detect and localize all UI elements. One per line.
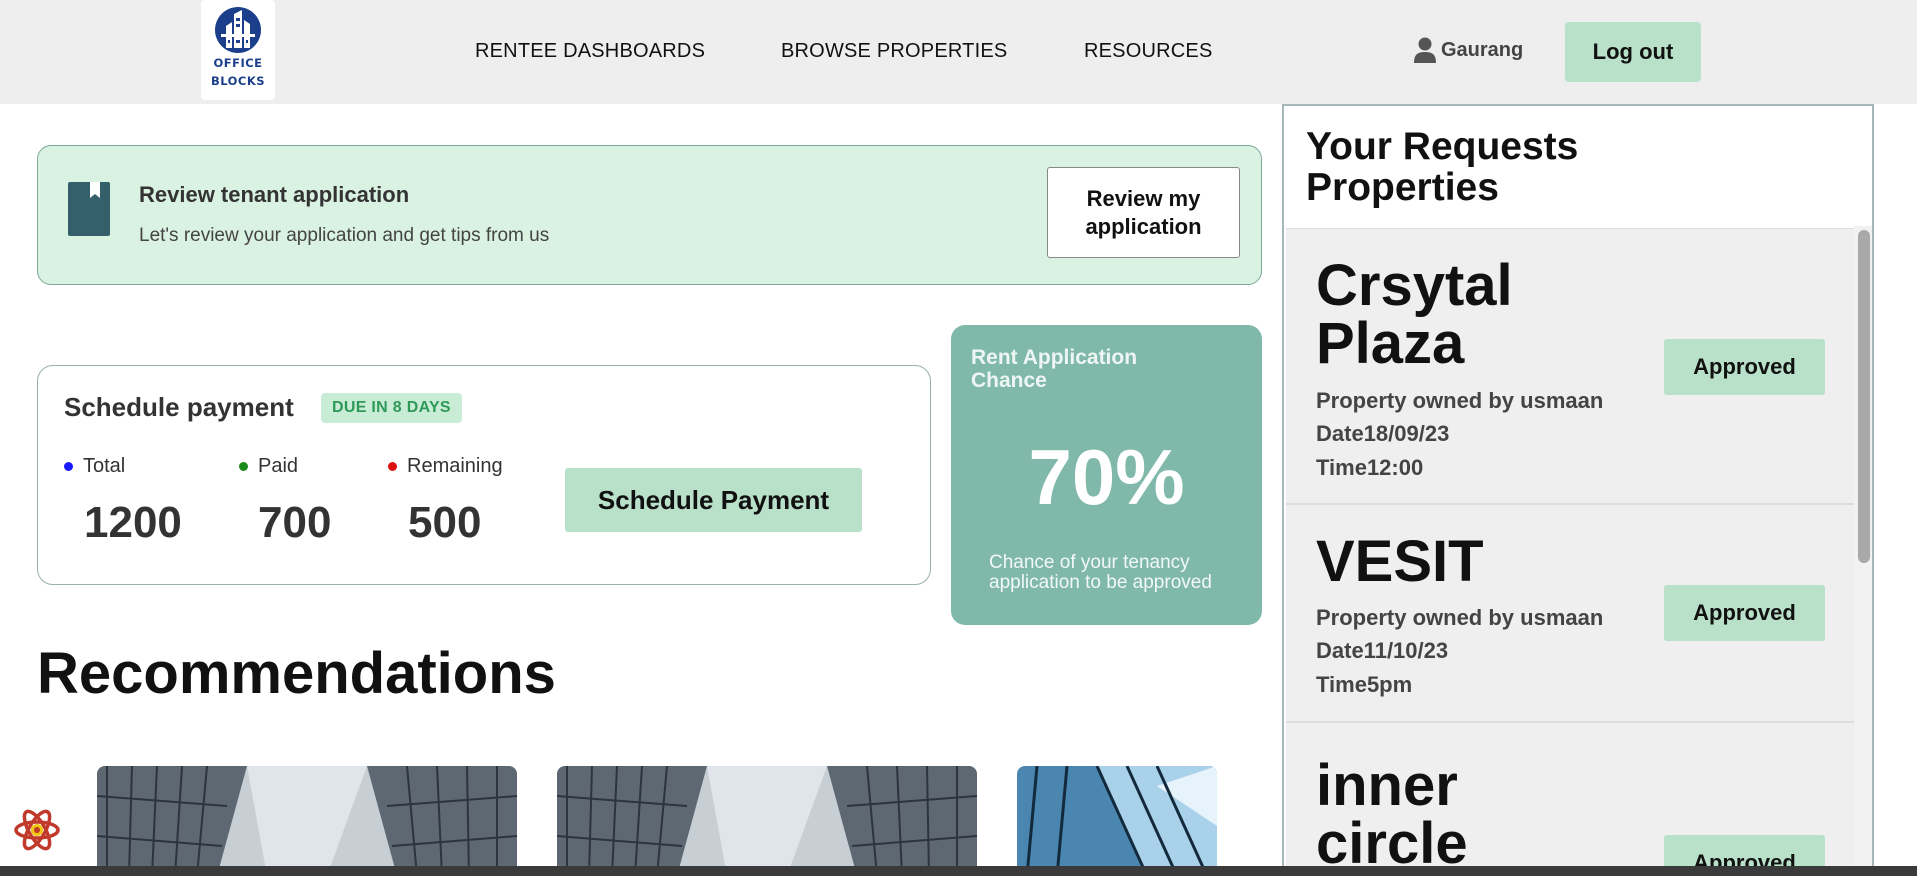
request-item: inner circle Approved xyxy=(1286,722,1854,876)
logout-button[interactable]: Log out xyxy=(1565,22,1701,82)
chance-subtitle: Chance of your tenancy application to be… xyxy=(989,552,1212,593)
stat-paid-label: Paid xyxy=(258,455,299,477)
request-item: Crsytal Plaza Property owned by usmaan D… xyxy=(1286,228,1854,504)
request-time: Time5pm xyxy=(1316,672,1413,697)
due-badge: DUE IN 8 DAYS xyxy=(321,393,462,423)
stat-total-value: 1200 xyxy=(84,498,182,547)
stat-total: Total 1200 xyxy=(64,455,182,548)
nav-browse-properties[interactable]: BROWSE PROPERTIES xyxy=(781,40,1007,63)
paid-dot-icon xyxy=(239,462,248,471)
bookmark-book-icon xyxy=(68,182,110,236)
request-property-name: VESIT xyxy=(1316,529,1484,594)
office-blocks-logo[interactable]: OFFICE BLOCKS xyxy=(201,0,275,100)
requests-panel-title: Your Requests Properties xyxy=(1306,125,1579,209)
total-dot-icon xyxy=(64,462,73,471)
chance-percentage: 70% xyxy=(1028,433,1185,521)
stat-remaining: Remaining 500 xyxy=(388,455,503,548)
stat-remaining-value: 500 xyxy=(408,498,482,547)
nav-rentee-dashboards[interactable]: RENTEE DASHBOARDS xyxy=(475,40,705,63)
remaining-dot-icon xyxy=(388,462,397,471)
request-time: Time12:00 xyxy=(1316,455,1424,480)
glass-building-photo-image xyxy=(1017,766,1217,876)
window-bottom-edge xyxy=(0,866,1917,876)
approved-status-button[interactable]: Approved xyxy=(1664,585,1825,641)
approved-status-button[interactable]: Approved xyxy=(1664,339,1825,395)
panel-scrollbar-thumb[interactable] xyxy=(1858,230,1870,563)
banner-title: Review tenant application xyxy=(139,182,410,207)
nav-resources[interactable]: RESOURCES xyxy=(1084,40,1213,63)
chance-title: Rent Application Chance xyxy=(971,346,1138,392)
recommendation-card-image[interactable] xyxy=(97,766,517,876)
user-icon xyxy=(1414,37,1436,63)
stat-remaining-label: Remaining xyxy=(407,455,503,477)
stat-total-label: Total xyxy=(83,455,126,477)
stat-paid-value: 700 xyxy=(258,498,332,547)
logo-text-line1: OFFICE xyxy=(213,56,263,70)
user-name: Gaurang xyxy=(1441,38,1524,61)
stat-paid: Paid 700 xyxy=(239,455,331,548)
schedule-payment-card: Schedule payment DUE IN 8 DAYS Total 120… xyxy=(37,365,931,585)
request-owner: Property owned by usmaan xyxy=(1316,388,1604,413)
user-profile[interactable]: Gaurang xyxy=(1413,36,1523,64)
request-date: Date11/10/23 xyxy=(1316,638,1449,663)
schedule-payment-title: Schedule payment xyxy=(64,392,294,422)
request-property-name: Crsytal Plaza xyxy=(1316,253,1513,376)
logo-text-line2: BLOCKS xyxy=(210,74,266,88)
recommendation-card-image[interactable] xyxy=(557,766,977,876)
recommendation-card-image[interactable] xyxy=(1017,766,1217,876)
building-photo-image xyxy=(97,766,517,876)
request-property-name: inner circle xyxy=(1316,753,1468,876)
requests-panel: Your Requests Properties Crsytal Plaza P… xyxy=(1282,104,1874,876)
building-logo-icon xyxy=(215,7,261,53)
building-photo-image xyxy=(557,766,977,876)
request-owner: Property owned by usmaan xyxy=(1316,605,1604,630)
recommendations-heading: Recommendations xyxy=(37,641,556,706)
schedule-payment-button[interactable]: Schedule Payment xyxy=(565,468,862,532)
request-item: VESIT Property owned by usmaan Date11/10… xyxy=(1286,504,1854,722)
banner-subtitle: Let's review your application and get ti… xyxy=(139,225,550,246)
top-navbar: OFFICE BLOCKS RENTEE DASHBOARDS BROWSE P… xyxy=(0,0,1917,104)
review-application-button[interactable]: Review my application xyxy=(1047,167,1240,258)
request-date: Date18/09/23 xyxy=(1316,421,1450,446)
application-chance-card: Rent Application Chance 70% Chance of yo… xyxy=(951,325,1262,625)
react-devtools-icon[interactable] xyxy=(11,804,63,856)
review-application-banner: Review tenant application Let's review y… xyxy=(37,145,1262,285)
